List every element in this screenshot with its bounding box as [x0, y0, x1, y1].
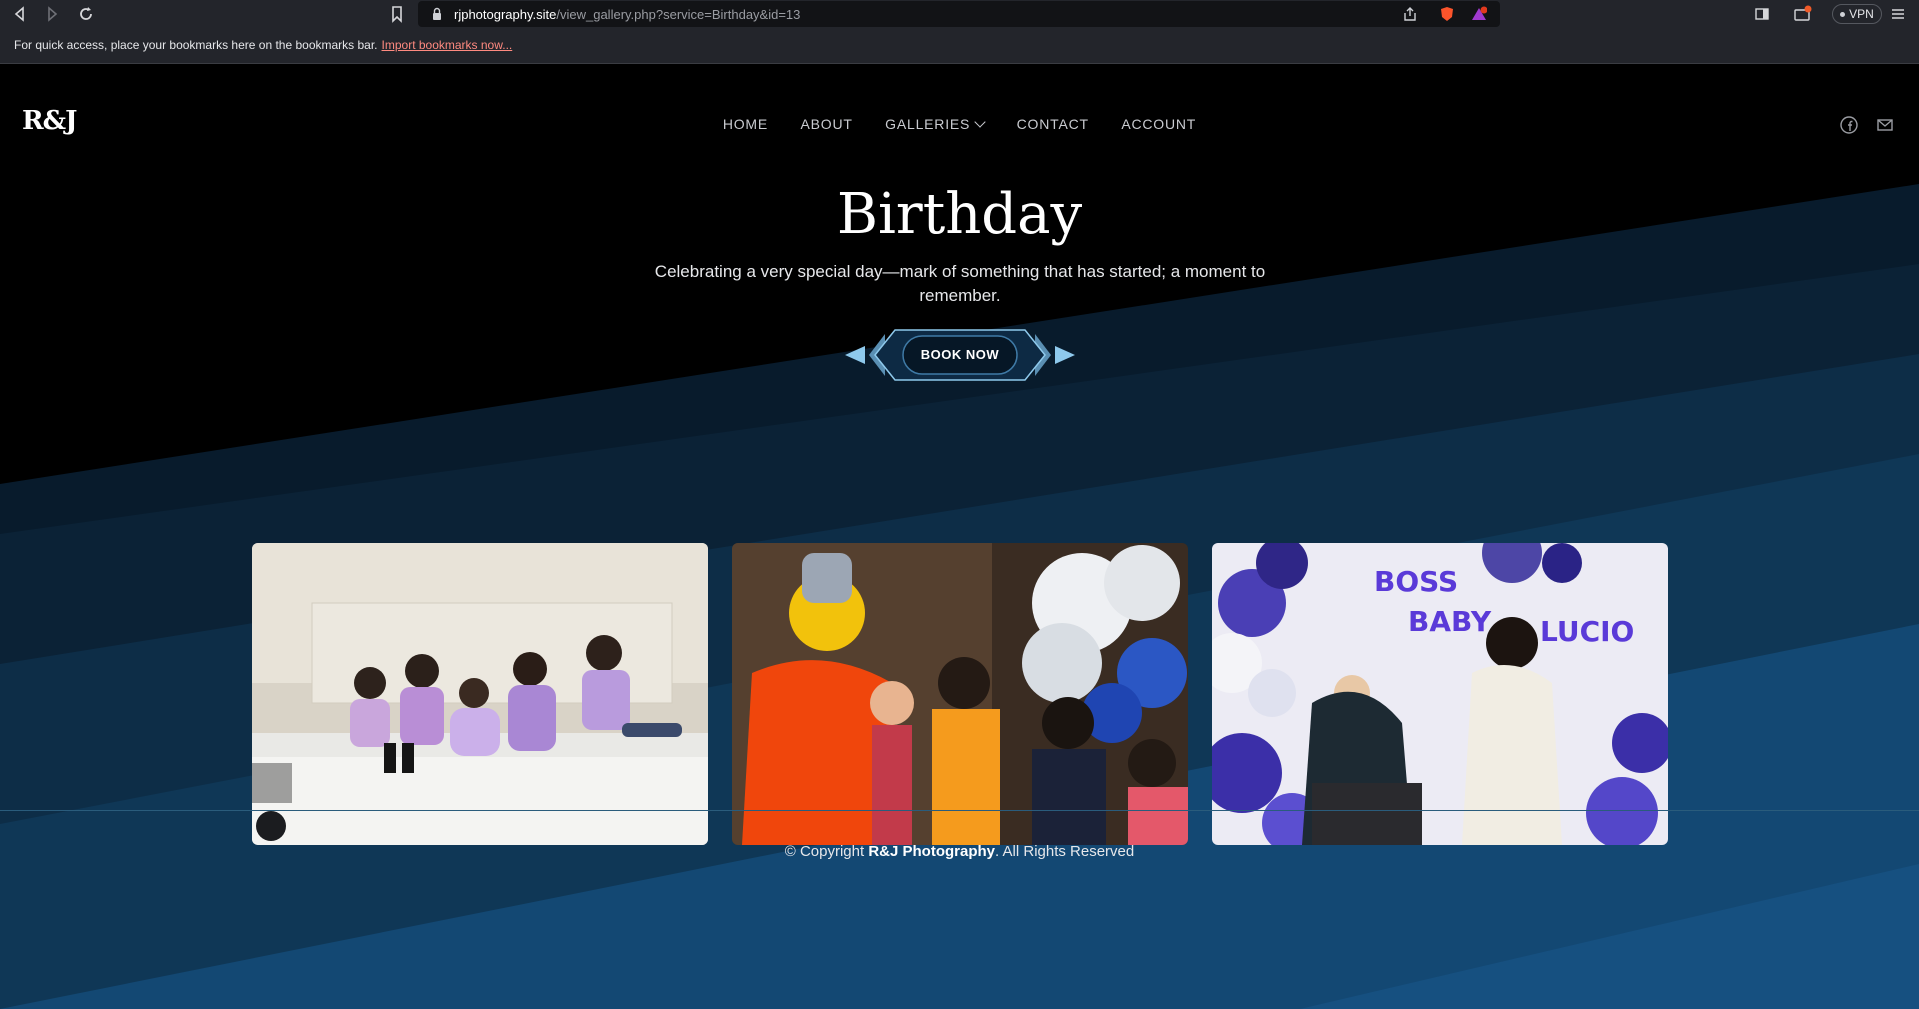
bookmarks-hint: For quick access, place your bookmarks h… [14, 38, 513, 52]
nav-galleries-label: GALLERIES [885, 116, 971, 132]
address-bar[interactable]: rjphotography.site/view_gallery.php?serv… [418, 1, 1500, 27]
url-text: rjphotography.site/view_gallery.php?serv… [454, 7, 801, 22]
book-now-button[interactable]: BOOK NOW [845, 326, 1075, 384]
reload-icon[interactable] [76, 4, 96, 24]
vpn-button[interactable]: VPN [1832, 4, 1882, 24]
photo3-banner-line1: BOSS [1374, 565, 1459, 598]
photo3-banner-line2: BABY [1408, 605, 1492, 638]
main-nav: HOME ABOUT GALLERIES CONTACT ACCOUNT [0, 116, 1919, 136]
photo-clown-with-kids [732, 543, 1188, 845]
book-now-label: BOOK NOW [920, 347, 1000, 362]
mail-icon[interactable] [1876, 116, 1894, 134]
page: R&J HOME ABOUT GALLERIES CONTACT ACCOUNT… [0, 64, 1919, 1009]
facebook-icon[interactable] [1840, 116, 1858, 134]
browser-toolbar: rjphotography.site/view_gallery.php?serv… [0, 0, 1919, 28]
gallery-photo-1[interactable] [252, 543, 708, 845]
menu-icon[interactable] [1888, 4, 1908, 24]
nav-contact[interactable]: CONTACT [1017, 116, 1089, 132]
photo3-banner-line3: LUCIO [1540, 615, 1635, 648]
lock-icon [433, 7, 441, 20]
photo-kids-on-bed [252, 543, 708, 845]
forward-icon[interactable] [42, 4, 62, 24]
chevron-down-icon [974, 116, 986, 128]
bookmark-icon[interactable] [387, 4, 407, 24]
camera-badge-icon [256, 811, 286, 841]
bookmarks-bar: For quick access, place your bookmarks h… [0, 28, 1919, 64]
copyright-brand: R&J Photography [868, 843, 996, 860]
wallet-icon[interactable] [1792, 4, 1812, 24]
back-icon[interactable] [10, 4, 30, 24]
footer-divider [0, 810, 1919, 811]
gallery-photo-2[interactable] [732, 543, 1188, 845]
nav-galleries[interactable]: GALLERIES [885, 116, 986, 132]
rewards-icon[interactable] [1471, 6, 1487, 22]
nav-about[interactable]: ABOUT [800, 116, 852, 132]
page-title: Birthday [836, 182, 1083, 247]
brave-shield-icon[interactable] [1439, 6, 1455, 22]
import-bookmarks-link[interactable]: Import bookmarks now... [382, 38, 513, 52]
sidebar-icon[interactable] [1752, 4, 1772, 24]
nav-account[interactable]: ACCOUNT [1121, 116, 1196, 132]
copyright: © Copyright R&J Photography. All Rights … [784, 843, 1135, 860]
page-subtitle: Celebrating a very special day—mark of s… [654, 262, 1266, 305]
share-icon[interactable] [1402, 6, 1418, 22]
nav-home[interactable]: HOME [723, 116, 768, 132]
gallery-photo-3[interactable]: BOSS BABY LUCIO [1212, 543, 1668, 845]
